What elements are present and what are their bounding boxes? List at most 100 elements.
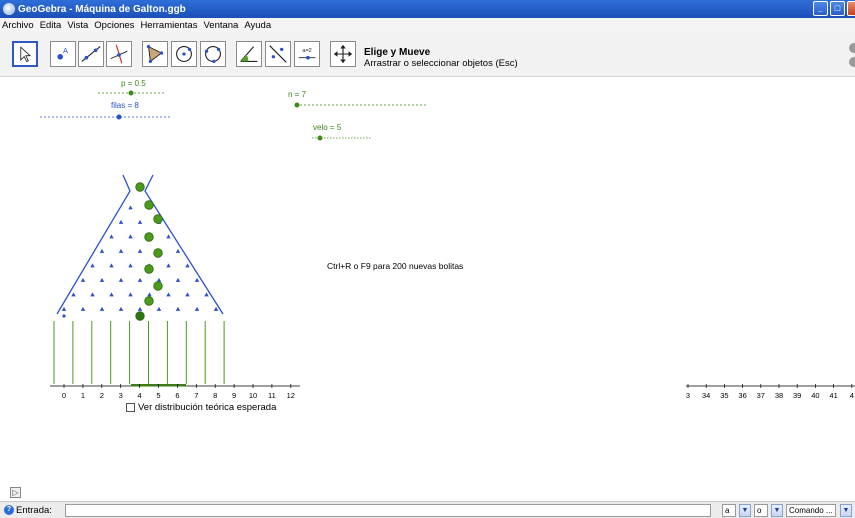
peg	[128, 292, 133, 297]
circle-center-icon	[176, 46, 192, 62]
board-left-wall	[56, 174, 131, 315]
circle-three-points-tool-button[interactable]	[200, 41, 226, 67]
theoretical-distribution-toggle[interactable]: Ver distribución teórica esperada	[126, 402, 276, 413]
slider-n-knob[interactable]	[294, 102, 300, 108]
ball	[135, 311, 145, 321]
circle-center-tool-button[interactable]	[171, 41, 197, 67]
perpendicular-tool-button[interactable]	[106, 41, 132, 67]
help-icon[interactable]: ?	[4, 505, 14, 515]
symbol-a-dropdown-icon[interactable]: ▼	[739, 504, 751, 517]
menu-herramientas[interactable]: Herramientas	[140, 20, 197, 31]
peg	[118, 248, 124, 253]
angle-tool-button[interactable]	[236, 41, 262, 67]
graphics-canvas[interactable]: p = 0.5 filas = 8 n = 7 velo = 5 Ctrl+R …	[0, 78, 855, 484]
input-field[interactable]	[65, 504, 711, 517]
theoretical-distribution-checkbox[interactable]	[126, 403, 135, 412]
peg	[175, 248, 181, 253]
redo-icon[interactable]	[849, 57, 855, 67]
ball-marker	[62, 314, 66, 318]
reflect-tool-button[interactable]	[265, 41, 291, 67]
peg	[194, 306, 200, 311]
axis-tick-label: 34	[702, 391, 710, 400]
peg	[185, 292, 190, 297]
menu-ventana[interactable]: Ventana	[203, 20, 238, 31]
menu-ayuda[interactable]: Ayuda	[244, 20, 271, 31]
axis-tick-label: 4	[850, 391, 854, 400]
falling-balls	[62, 182, 163, 321]
window-title: GeoGebra - Máquina de Galton.ggb	[18, 3, 186, 15]
polygon-tool-button[interactable]	[142, 41, 168, 67]
slider-p-label: p = 0.5	[121, 79, 146, 88]
menu-edita[interactable]: Edita	[40, 20, 62, 31]
menu-archivo[interactable]: Archivo	[2, 20, 34, 31]
peg	[128, 263, 133, 268]
axis-tick-label: 38	[775, 391, 783, 400]
title-bar: GeoGebra - Máquina de Galton.ggb _ □	[0, 0, 855, 18]
ball	[135, 182, 145, 192]
peg	[156, 277, 162, 282]
axis-tick-label: 39	[793, 391, 801, 400]
peg	[147, 292, 152, 297]
peg	[118, 277, 124, 282]
symbol-b-field[interactable]: o	[754, 504, 768, 517]
undo-redo-buttons[interactable]	[849, 43, 855, 69]
slider-velo-label: velo = 5	[313, 123, 342, 132]
menu-vista[interactable]: Vista	[67, 20, 88, 31]
slider-p[interactable]: p = 0.5	[98, 79, 166, 96]
maximize-button[interactable]: □	[830, 1, 845, 16]
slider-filas[interactable]: filas = 8	[40, 101, 172, 120]
perpendicular-line-icon	[110, 44, 128, 64]
peg	[185, 263, 190, 268]
angle-icon	[240, 46, 258, 62]
slider-filas-knob[interactable]	[116, 114, 122, 120]
minimize-button[interactable]: _	[813, 1, 828, 16]
axis-tick-label: 1	[81, 391, 85, 400]
pointer-icon	[20, 46, 32, 63]
point-tool-button[interactable]: A	[50, 41, 76, 67]
undo-icon[interactable]	[849, 43, 855, 53]
axis-tick-label: 6	[175, 391, 179, 400]
symbol-a-field[interactable]: a	[722, 504, 736, 517]
axis-tick-label: 3	[686, 391, 690, 400]
input-bar: ? Entrada: a ▼ o ▼ Comando ... ▼	[0, 501, 855, 518]
peg	[175, 306, 181, 311]
peg	[80, 277, 86, 282]
line-tool-button[interactable]	[78, 41, 104, 67]
axis-tick-label: 2	[100, 391, 104, 400]
slider-n[interactable]: n = 7	[288, 90, 428, 108]
close-button[interactable]	[847, 1, 855, 16]
peg	[137, 219, 143, 224]
peg	[204, 292, 209, 297]
peg	[213, 306, 219, 311]
galton-board-walls	[56, 174, 224, 315]
menu-opciones[interactable]: Opciones	[94, 20, 134, 31]
peg	[99, 306, 105, 311]
svg-text:a=2: a=2	[302, 48, 311, 54]
axis-tick-label: 40	[811, 391, 819, 400]
axis-tick-label: 35	[720, 391, 728, 400]
move-graphics-tool-button[interactable]	[330, 41, 356, 67]
peg	[118, 219, 124, 224]
axis-tick-label: 10	[249, 391, 257, 400]
peg	[99, 248, 105, 253]
command-field[interactable]: Comando ...	[786, 504, 836, 517]
peg	[128, 205, 133, 210]
slider-velo[interactable]: velo = 5	[312, 123, 372, 141]
slider-velo-knob[interactable]	[317, 135, 323, 141]
slider-p-knob[interactable]	[128, 90, 134, 96]
axis-tick-label: 12	[287, 391, 295, 400]
command-dropdown-icon[interactable]: ▼	[840, 504, 852, 517]
peg	[137, 248, 143, 253]
line-icon	[81, 46, 101, 62]
symbol-b-dropdown-icon[interactable]: ▼	[771, 504, 783, 517]
slider-tool-button[interactable]: a=2	[294, 41, 320, 67]
pointer-tool-button[interactable]	[12, 41, 38, 67]
axis-tick-label: 9	[232, 391, 236, 400]
slider-filas-label: filas = 8	[111, 101, 139, 110]
menu-bar: Archivo Edita Vista Opciones Herramienta…	[0, 18, 855, 33]
axis-tick-label: 8	[213, 391, 217, 400]
algebra-view-toggle-button[interactable]: ▷	[10, 487, 21, 498]
graphics-view[interactable]: p = 0.5 filas = 8 n = 7 velo = 5 Ctrl+R …	[0, 78, 855, 484]
input-label: Entrada:	[16, 505, 52, 516]
point-icon: A	[57, 46, 68, 60]
